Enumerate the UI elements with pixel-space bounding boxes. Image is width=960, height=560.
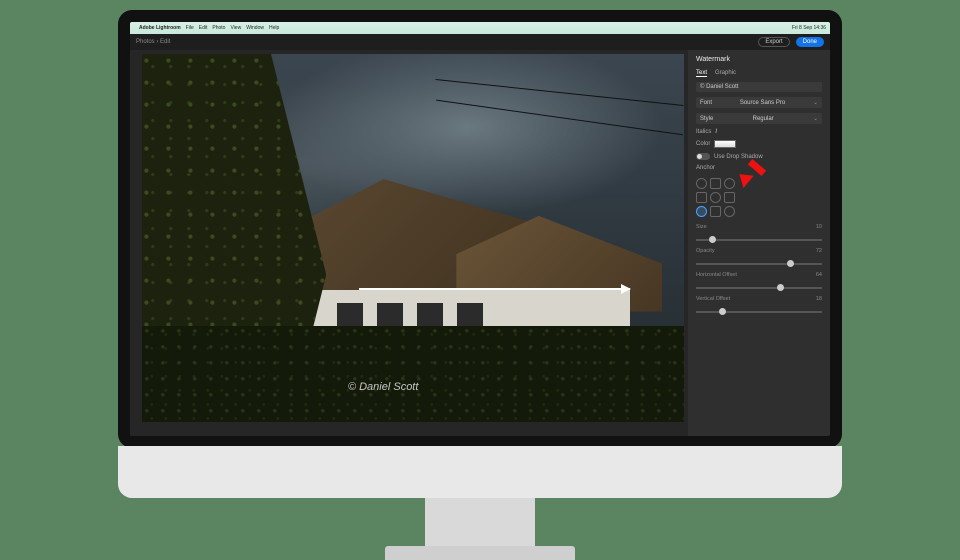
italics-label: Italics — [696, 129, 711, 135]
export-button[interactable]: Export — [758, 37, 789, 47]
chevron-down-icon: ⌄ — [813, 99, 818, 106]
horizontal-label: Horizontal Offset — [696, 272, 737, 278]
tab-graphic[interactable]: Graphic — [715, 70, 736, 77]
anchor-center[interactable] — [710, 192, 721, 203]
anchor-mid-right[interactable] — [724, 192, 735, 203]
workspace: © Daniel Scott Watermark Text Graphic © … — [130, 50, 830, 436]
anchor-mid-left[interactable] — [696, 192, 707, 203]
monitor-chin — [118, 446, 842, 498]
menu-view[interactable]: View — [230, 25, 241, 31]
photo-wires — [435, 76, 684, 157]
anchor-grid — [696, 178, 822, 217]
app-toolbar: Photos › Edit Export Done — [130, 34, 830, 50]
opacity-value: 72 — [816, 248, 822, 254]
horizontal-thumb[interactable] — [777, 284, 784, 291]
menu-photo[interactable]: Photo — [212, 25, 225, 31]
style-label: Style — [700, 116, 713, 122]
anchor-bottom-left[interactable] — [696, 206, 707, 217]
color-label: Color — [696, 141, 710, 147]
vertical-value: 18 — [816, 296, 822, 302]
size-label: Size — [696, 224, 707, 230]
opacity-thumb[interactable] — [787, 260, 794, 267]
chevron-down-icon: ⌄ — [813, 115, 818, 122]
copyright-text-value: © Daniel Scott — [700, 84, 738, 90]
screen: Adobe Lightroom File Edit Photo View Win… — [130, 22, 830, 436]
menu-help[interactable]: Help — [269, 25, 279, 31]
imac-frame: Adobe Lightroom File Edit Photo View Win… — [118, 10, 842, 530]
menu-file[interactable]: File — [186, 25, 194, 31]
panel-title: Watermark — [696, 56, 822, 63]
drop-shadow-label: Use Drop Shadow — [714, 154, 763, 160]
style-value: Regular — [753, 116, 774, 122]
size-thumb[interactable] — [709, 236, 716, 243]
color-swatch[interactable] — [714, 140, 736, 148]
watermark-overlay[interactable]: © Daniel Scott — [348, 381, 418, 393]
horizontal-slider[interactable] — [696, 287, 822, 289]
monitor-bezel: Adobe Lightroom File Edit Photo View Win… — [118, 10, 842, 448]
anchor-top-right[interactable] — [724, 178, 735, 189]
font-label: Font — [700, 100, 712, 106]
size-slider[interactable] — [696, 239, 822, 241]
photo-preview: © Daniel Scott — [142, 54, 684, 422]
macos-menubar: Adobe Lightroom File Edit Photo View Win… — [130, 22, 830, 34]
font-select[interactable]: Font Source Sans Pro ⌄ — [696, 97, 822, 108]
anchor-bottom-center[interactable] — [710, 206, 721, 217]
vertical-slider[interactable] — [696, 311, 822, 313]
drop-shadow-row: Use Drop Shadow — [696, 153, 822, 160]
vertical-thumb[interactable] — [719, 308, 726, 315]
canvas-area[interactable]: © Daniel Scott — [130, 50, 688, 436]
copyright-text-field[interactable]: © Daniel Scott — [696, 82, 822, 92]
color-row: Color — [696, 140, 822, 148]
menu-window[interactable]: Window — [246, 25, 264, 31]
breadcrumb: Photos › Edit — [136, 39, 170, 45]
monitor-stand-neck — [425, 498, 535, 548]
size-value: 10 — [816, 224, 822, 230]
annotation-horizontal-arrow — [359, 288, 630, 290]
anchor-top-left[interactable] — [696, 178, 707, 189]
menu-edit[interactable]: Edit — [199, 25, 208, 31]
italics-row: Italics I — [696, 129, 822, 135]
opacity-slider[interactable] — [696, 263, 822, 265]
style-select[interactable]: Style Regular ⌄ — [696, 113, 822, 124]
font-value: Source Sans Pro — [740, 100, 785, 106]
drop-shadow-toggle[interactable] — [696, 153, 710, 160]
anchor-bottom-right[interactable] — [724, 206, 735, 217]
horizontal-value: 64 — [816, 272, 822, 278]
menubar-clock: Fri 8 Sep 14:36 — [792, 25, 826, 31]
anchor-top-center[interactable] — [710, 178, 721, 189]
watermark-type-tabs: Text Graphic — [696, 70, 822, 77]
vertical-label: Vertical Offset — [696, 296, 730, 302]
tab-text[interactable]: Text — [696, 70, 707, 77]
anchor-label: Anchor — [696, 165, 822, 171]
menubar-app-name: Adobe Lightroom — [139, 25, 181, 31]
watermark-panel: Watermark Text Graphic © Daniel Scott Fo… — [688, 50, 830, 436]
done-button[interactable]: Done — [796, 37, 824, 47]
photo-hedge — [142, 326, 684, 422]
monitor-stand-foot — [385, 546, 575, 560]
opacity-label: Opacity — [696, 248, 715, 254]
